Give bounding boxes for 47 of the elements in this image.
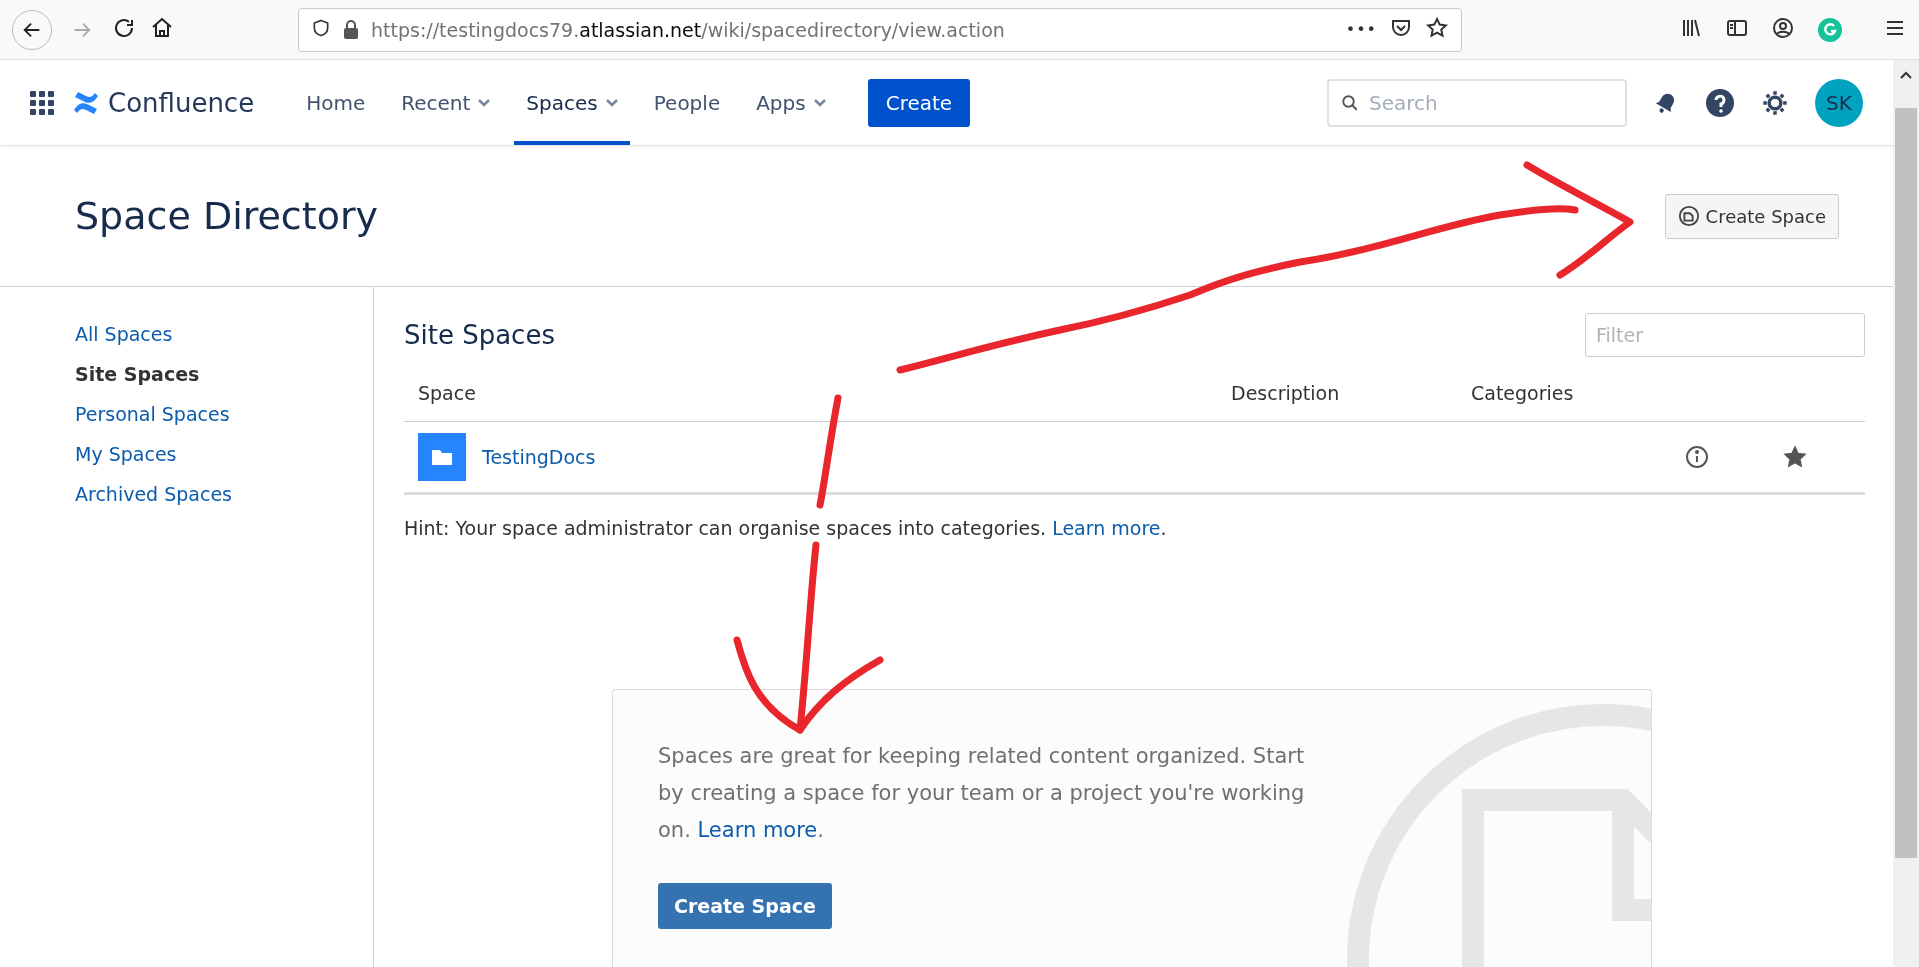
space-icon	[1677, 205, 1700, 227]
account-icon[interactable]	[1771, 15, 1795, 40]
app-switcher-icon[interactable]	[30, 90, 54, 115]
search-input[interactable]: Search	[1367, 89, 1613, 116]
learn-more-link[interactable]: Learn more	[697, 818, 818, 842]
empty-state-text: Spaces are great for keeping related content organized. Start by creating a space for your team or a project you're working on. Learn more.	[658, 743, 1306, 844]
create-button[interactable]: Create	[867, 78, 971, 127]
help-icon[interactable]	[1705, 87, 1735, 118]
create-space-button[interactable]: Create Space	[1664, 193, 1839, 239]
star-icon[interactable]	[1783, 445, 1807, 469]
nav-tab[interactable]: Spaces	[514, 60, 630, 145]
sidebar-item[interactable]: All Spaces	[75, 323, 373, 345]
page-title: Space Directory	[75, 194, 379, 238]
product-name[interactable]: Confluence	[108, 87, 255, 118]
sidebar-item[interactable]: Archived Spaces	[75, 483, 373, 505]
column-header: Categories	[1470, 382, 1575, 404]
folder-icon	[418, 433, 466, 481]
section-title: Site Spaces	[404, 320, 555, 350]
lock-icon	[343, 19, 359, 40]
create-space-button[interactable]: Create Space	[658, 883, 832, 929]
scrollbar[interactable]	[1893, 60, 1919, 967]
learn-more-link[interactable]: Learn more	[1052, 517, 1161, 539]
search-icon	[1341, 93, 1359, 112]
address-bar[interactable]: https://testingdocs79.atlassian.net/wiki/spacedirectory/view.action •••	[298, 7, 1462, 52]
page-actions-menu[interactable]: •••	[1345, 20, 1377, 39]
hint-text: Hint: Your space administrator can organise spaces into categories. Learn more.	[404, 517, 1168, 539]
nav-tab[interactable]: People	[641, 60, 733, 145]
info-icon[interactable]	[1685, 445, 1709, 469]
column-header: Space	[417, 382, 477, 404]
home-icon[interactable]	[150, 15, 174, 40]
shield-icon[interactable]	[311, 17, 331, 38]
settings-icon[interactable]	[1761, 88, 1789, 117]
sidebar-item[interactable]: Personal Spaces	[75, 403, 373, 425]
nav-tab[interactable]: Recent	[389, 60, 503, 145]
sidebar-item[interactable]: My Spaces	[75, 443, 373, 465]
sidebar-item[interactable]: Site Spaces	[75, 363, 373, 385]
search-field[interactable]: Search	[1327, 78, 1627, 127]
nav-tab[interactable]: Apps	[744, 60, 838, 145]
nav-tab[interactable]: Home	[294, 60, 378, 145]
scroll-up-icon[interactable]	[1899, 70, 1913, 80]
url-text: https://testingdocs79.atlassian.net/wiki/spacedirectory/view.action	[371, 18, 1006, 41]
filter-field[interactable]: Filter	[1585, 313, 1865, 357]
user-avatar[interactable]: SK	[1815, 78, 1863, 127]
logo-icon[interactable]	[72, 89, 100, 116]
star-icon[interactable]	[1425, 15, 1449, 40]
column-header: Description	[1230, 382, 1341, 404]
space-link[interactable]: TestingDocs	[482, 446, 1217, 468]
